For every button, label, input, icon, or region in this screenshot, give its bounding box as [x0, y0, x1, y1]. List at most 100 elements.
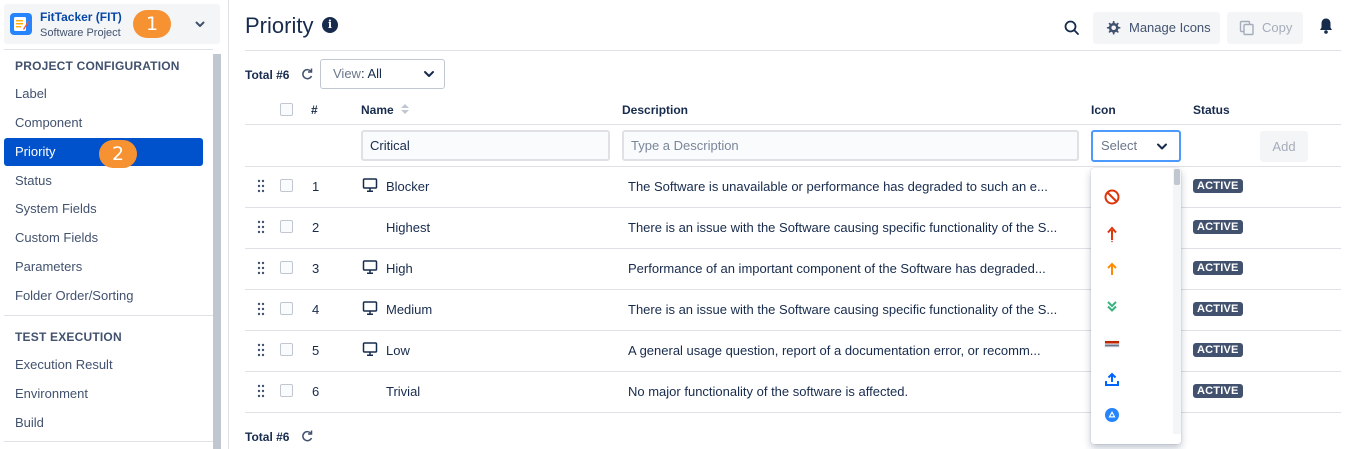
- search-icon[interactable]: [1063, 19, 1081, 37]
- refresh-icon[interactable]: [300, 67, 314, 81]
- row-description: Performance of an important component of…: [628, 261, 1046, 276]
- drag-handle-icon[interactable]: [257, 384, 265, 398]
- row-description: There is an issue with the Software caus…: [628, 302, 1058, 317]
- status-badge: ACTIVE: [1193, 384, 1243, 398]
- row-checkbox[interactable]: [280, 220, 293, 233]
- refresh-icon[interactable]: [300, 429, 314, 443]
- main-content: Priority i Manage Icons Copy Total #6 Vi…: [229, 0, 1345, 449]
- new-priority-description-input[interactable]: Type a Description: [622, 130, 1079, 161]
- row-number: 3: [312, 261, 320, 276]
- row-number: 2: [312, 220, 320, 235]
- chevron-down-icon[interactable]: [192, 16, 208, 32]
- row-divider: [245, 124, 1341, 125]
- select-all-checkbox[interactable]: [280, 103, 293, 116]
- row-name: Blocker: [386, 179, 430, 194]
- blocked-icon[interactable]: [1101, 186, 1123, 208]
- drag-handle-icon[interactable]: [257, 261, 265, 275]
- row-description: No major functionality of the software i…: [628, 384, 909, 399]
- sidebar-divider: [4, 441, 213, 442]
- sidebar-item-folder-order-sorting[interactable]: Folder Order/Sorting: [4, 282, 203, 310]
- view-filter-value: : All: [360, 66, 382, 81]
- callout-badge-2: 2: [99, 140, 137, 168]
- sidebar-divider: [4, 49, 213, 50]
- column-header-name[interactable]: Name: [361, 103, 394, 117]
- copy-button[interactable]: Copy: [1227, 12, 1303, 44]
- add-priority-button[interactable]: Add: [1260, 131, 1308, 162]
- copy-icon: [1239, 20, 1254, 36]
- callout-badge-1: 1: [133, 10, 171, 38]
- row-description: A general usage question, report of a do…: [628, 343, 1041, 358]
- dropdown-scrollbar-track[interactable]: [1173, 168, 1181, 434]
- status-badge: ACTIVE: [1193, 261, 1243, 275]
- sidebar-scrollbar-thumb[interactable]: [213, 54, 221, 449]
- column-header-number: #: [311, 103, 318, 117]
- sidebar-item-parameters[interactable]: Parameters: [4, 253, 203, 281]
- new-priority-name-input[interactable]: Critical: [361, 130, 610, 161]
- project-logo-icon: [10, 13, 32, 35]
- row-number: 5: [312, 343, 320, 358]
- upload-icon[interactable]: [1101, 369, 1123, 391]
- row-name: Medium: [386, 302, 433, 317]
- total-count: Total #6: [245, 68, 290, 82]
- manage-icons-label: Manage Icons: [1129, 20, 1211, 35]
- sidebar-item-custom-fields[interactable]: Custom Fields: [4, 224, 203, 252]
- header-divider: [245, 50, 1341, 51]
- drag-handle-icon[interactable]: [257, 179, 265, 193]
- sidebar-item-system-fields[interactable]: System Fields: [4, 195, 203, 223]
- drag-handle-icon[interactable]: [257, 343, 265, 357]
- view-filter-select[interactable]: View: All: [320, 59, 445, 89]
- section-title-test-execution: TEST EXECUTION: [15, 330, 122, 344]
- status-badge: ACTIVE: [1193, 179, 1243, 193]
- column-header-status: Status: [1193, 103, 1230, 117]
- row-checkbox[interactable]: [280, 343, 293, 356]
- sort-icon[interactable]: [399, 102, 411, 116]
- sidebar: FitTacker (FIT) Software Project 1 PROJE…: [0, 0, 229, 449]
- sidebar-item-label[interactable]: Label: [4, 80, 203, 108]
- row-name: High: [386, 261, 413, 276]
- row-name: Low: [386, 343, 410, 358]
- sidebar-item-environment[interactable]: Environment: [4, 380, 203, 408]
- row-description: There is an issue with the Software caus…: [628, 220, 1058, 235]
- icon-select-label: Select: [1101, 138, 1138, 153]
- row-number: 1: [312, 179, 320, 194]
- monitor-icon: [362, 301, 378, 315]
- chevron-down-icon: [424, 71, 434, 77]
- row-name: Trivial: [386, 384, 421, 399]
- highest-arrow-icon[interactable]: [1101, 223, 1123, 245]
- high-arrow-icon[interactable]: [1101, 258, 1123, 280]
- page-title: Priority: [245, 13, 314, 38]
- column-header-icon: Icon: [1091, 103, 1116, 117]
- bell-icon[interactable]: [1318, 17, 1334, 35]
- section-title-project-configuration: PROJECT CONFIGURATION: [15, 59, 180, 73]
- sidebar-item-component[interactable]: Component: [4, 109, 203, 137]
- row-checkbox[interactable]: [280, 384, 293, 397]
- lowest-double-chevron-icon[interactable]: [1101, 295, 1123, 317]
- monitor-icon: [362, 178, 378, 192]
- project-name: FitTacker (FIT): [40, 10, 122, 24]
- monitor-icon: [362, 342, 378, 356]
- view-filter-key: View: [333, 66, 361, 81]
- row-checkbox[interactable]: [280, 302, 293, 315]
- drag-handle-icon[interactable]: [257, 302, 265, 316]
- icon-select[interactable]: Select: [1091, 130, 1181, 162]
- row-divider: [245, 166, 1341, 167]
- status-badge: ACTIVE: [1193, 302, 1243, 316]
- row-description: The Software is unavailable or performan…: [628, 179, 1048, 194]
- project-switcher[interactable]: FitTacker (FIT) Software Project: [4, 4, 220, 44]
- sidebar-item-status[interactable]: Status: [4, 167, 203, 195]
- row-checkbox[interactable]: [280, 261, 293, 274]
- row-name: Highest: [386, 220, 431, 235]
- row-number: 4: [312, 302, 320, 317]
- row-checkbox[interactable]: [280, 179, 293, 192]
- manage-icons-button[interactable]: Manage Icons: [1093, 12, 1220, 44]
- project-type: Software Project: [40, 27, 121, 39]
- sidebar-item-execution-result[interactable]: Execution Result: [4, 351, 203, 379]
- latest-label-icon[interactable]: [1101, 333, 1123, 355]
- status-badge: ACTIVE: [1193, 220, 1243, 234]
- sidebar-item-build[interactable]: Build: [4, 409, 203, 437]
- dropdown-scrollbar-thumb[interactable]: [1174, 169, 1180, 185]
- triangle-circle-icon[interactable]: [1101, 404, 1123, 426]
- info-icon[interactable]: i: [322, 17, 338, 33]
- row-number: 6: [312, 384, 320, 399]
- drag-handle-icon[interactable]: [257, 220, 265, 234]
